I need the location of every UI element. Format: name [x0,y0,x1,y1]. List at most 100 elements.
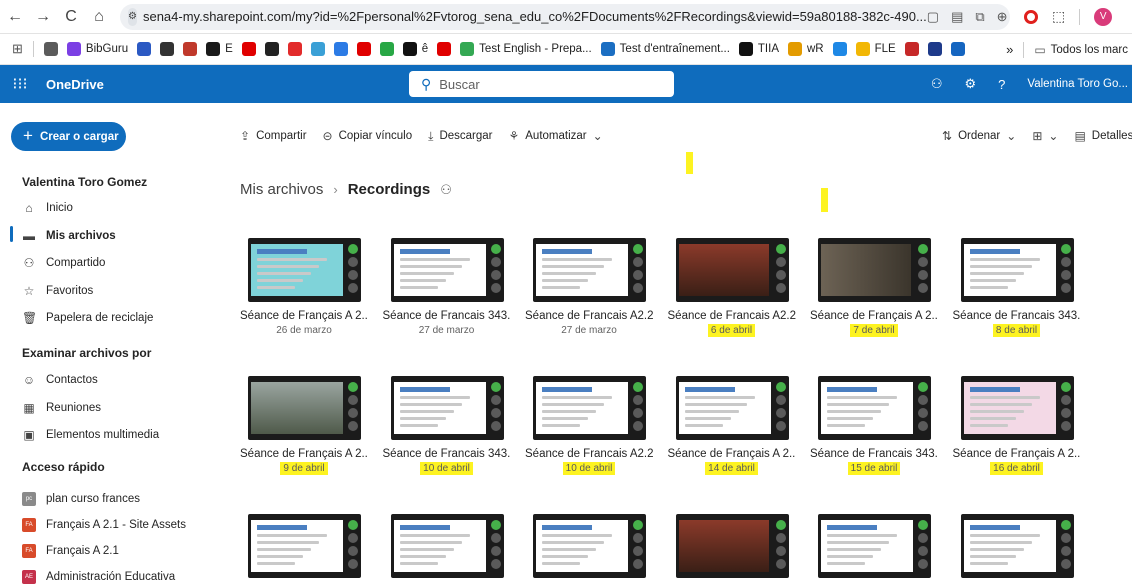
bookmarks-more-icon[interactable]: » [1006,42,1013,57]
quick-access-item[interactable]: AE Administración Educativa [22,566,175,588]
recording-thumbnail[interactable] [248,376,361,440]
forward-icon[interactable]: → [30,4,56,30]
recording-name[interactable]: Séance de Francais A2.2... [525,310,653,322]
copy-link-button[interactable]: ⊝ Copiar vínculo [323,129,413,143]
recording-name[interactable]: Séance de Francais A2.2... [668,310,796,322]
recording-name[interactable]: Séance de Français A 2.... [953,448,1081,460]
bookmark-item[interactable] [183,42,198,56]
sidebar-item-1[interactable]: ▬ Mis archivos [22,225,116,247]
app-launcher-icon[interactable]: ⁝⁝⁝ [0,74,40,94]
translate-icon[interactable]: ▤ [951,9,963,25]
download-button[interactable]: ⤓ Descargar [428,129,492,144]
bookmark-item[interactable]: ê [402,42,428,56]
bookmark-item[interactable]: wR [788,42,824,56]
sidebar-browse-item-2[interactable]: ▣ Elementos multimedia [22,424,159,446]
apps-icon[interactable]: ⊞ [12,41,23,57]
help-icon[interactable]: ? [998,77,1005,92]
bookmark-item[interactable] [927,42,942,56]
home-icon[interactable]: ⌂ [86,4,112,30]
bookmark-item[interactable] [904,42,919,56]
bookmark-item[interactable] [437,42,452,56]
bookmark-item[interactable]: FLE [855,42,896,56]
recording-thumbnail[interactable] [390,238,504,302]
recording-name[interactable]: Séance de Français A 2.... [668,448,796,460]
breadcrumb-my-files[interactable]: Mis archivos [240,181,323,198]
quick-access-item[interactable]: pc plan curso frances [22,488,140,510]
bookmark-item[interactable] [832,42,847,56]
recording-thumbnail[interactable] [248,514,361,578]
reload-icon[interactable]: C [58,4,84,30]
recording-thumbnail[interactable] [818,376,931,440]
clipboard-icon[interactable]: ▢ [927,9,939,25]
nav-item-icon: ▦ [23,400,35,415]
recording-thumbnail[interactable] [960,376,1074,440]
recording-thumbnail[interactable] [248,238,361,302]
recording-name[interactable]: Séance de Français A 2.... [810,310,938,322]
recording-name[interactable]: Séance de Français A 2.... [240,310,368,322]
bookmark-item[interactable]: Test d'entraînement... [600,42,730,56]
bookmark-item[interactable] [241,42,256,56]
all-bookmarks-folder[interactable]: ▭ Todos los marc [1034,43,1128,57]
automate-button[interactable]: ⚘ Automatizar ⌄ [509,129,603,143]
sidebar-browse-item-1[interactable]: ▦ Reuniones [22,397,101,419]
bookmark-item[interactable] [379,42,394,56]
bookmark-item[interactable]: Test English - Prepa... [460,42,592,56]
quick-access-item[interactable]: FA Français A 2.1 - Site Assets [22,514,186,536]
bookmark-item[interactable] [356,42,371,56]
site-info-icon[interactable]: ⚙ [128,7,137,26]
recording-thumbnail[interactable] [675,238,789,302]
extensions-icon[interactable]: ⬚ [1052,8,1065,25]
recording-name[interactable]: Séance de Francais 343... [383,310,511,322]
share-people-icon[interactable]: ⚇ [931,76,943,92]
bookmark-item[interactable] [137,42,152,56]
sidebar-browse-item-0[interactable]: ☺ Contactos [22,369,98,391]
recording-name[interactable]: Séance de Francais 343... [810,448,938,460]
recording-name[interactable]: Séance de Francais 343... [953,310,1081,322]
recording-thumbnail[interactable] [390,514,504,578]
bookmark-item[interactable] [43,42,58,56]
bookmark-item[interactable] [310,42,325,56]
bookmark-item[interactable] [950,42,965,56]
recording-thumbnail[interactable] [818,238,931,302]
recording-thumbnail[interactable] [960,238,1074,302]
share-button[interactable]: ⇪ Compartir [240,129,307,143]
recording-thumbnail[interactable] [533,238,646,302]
settings-gear-icon[interactable]: ⚙ [965,76,977,92]
recording-name[interactable]: Séance de Francais 343... [383,448,511,460]
app-name[interactable]: OneDrive [46,77,104,92]
bookmark-item[interactable] [287,42,302,56]
opera-extension-icon[interactable] [1024,9,1038,24]
account-name[interactable]: Valentina Toro Go... [1027,78,1128,90]
bookmark-item[interactable]: E [206,42,233,56]
bookmark-item[interactable] [160,42,175,56]
bookmark-item[interactable]: BibGuru [66,42,128,56]
sidebar-item-3[interactable]: ☆ Favoritos [22,280,94,302]
profile-avatar[interactable]: V [1094,7,1113,26]
view-options-button[interactable]: ⊞ ⌄ [1032,129,1058,143]
nav-item-icon: 🗑 [22,311,38,325]
sidebar-item-0[interactable]: ⌂ Inicio [22,197,72,219]
recording-thumbnail[interactable] [818,514,931,578]
sidebar-item-2[interactable]: ⚇ Compartido [22,252,106,274]
zoom-icon[interactable]: ⊕ [997,9,1008,25]
recording-thumbnail[interactable] [675,376,789,440]
sort-button[interactable]: ⇅ Ordenar ⌄ [942,129,1016,143]
quick-access-item[interactable]: FA Français A 2.1 [22,540,119,562]
bookmark-item[interactable] [264,42,279,56]
bookmark-item[interactable]: TIIA [738,42,779,56]
recording-thumbnail[interactable] [533,376,646,440]
address-bar[interactable]: ⚙ sena4-my.sharepoint.com/my?id=%2Fperso… [120,3,1010,30]
recording-thumbnail[interactable] [533,514,646,578]
create-upload-button[interactable]: + Crear o cargar [11,122,126,151]
recording-thumbnail[interactable] [960,514,1074,578]
details-button[interactable]: ▤ Detalles [1074,129,1132,143]
recording-name[interactable]: Séance de Français A 2.... [240,448,368,460]
install-icon[interactable]: ⧉ [975,9,984,25]
bookmark-item[interactable] [333,42,348,56]
recording-thumbnail[interactable] [390,376,504,440]
recording-name[interactable]: Séance de Francais A2.2... [525,448,653,460]
recording-thumbnail[interactable] [675,514,789,578]
sidebar-item-4[interactable]: 🗑 Papelera de reciclaje [22,307,153,329]
back-icon[interactable]: ← [2,4,28,30]
search-input[interactable]: ⚲ Buscar [409,71,674,97]
